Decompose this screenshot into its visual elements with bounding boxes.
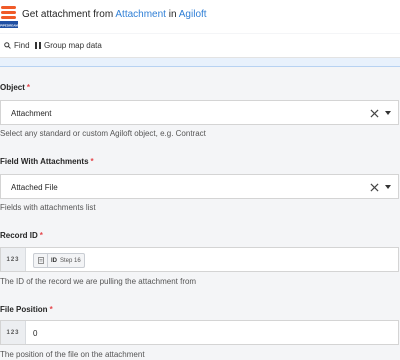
- number-type-badge: 123: [1, 248, 26, 271]
- find-button[interactable]: Find: [4, 41, 30, 50]
- search-icon: [4, 42, 11, 49]
- document-icon: [34, 254, 48, 267]
- app-logo-icon: PIPEDREAM: [0, 6, 18, 28]
- field-with-attachments-value: Attached File: [11, 183, 58, 192]
- title-mid: in: [165, 9, 179, 20]
- field-with-attachments-label-text: Field With Attachments: [0, 157, 89, 166]
- toolbar: Find Group map data: [0, 34, 400, 58]
- required-marker: *: [26, 83, 31, 92]
- object-select[interactable]: Attachment: [0, 100, 399, 125]
- field-with-attachments-select[interactable]: Attached File: [0, 174, 399, 199]
- record-id-help: The ID of the record we are pulling the …: [0, 277, 197, 286]
- record-id-label: Record ID *: [0, 231, 43, 240]
- title-link-app[interactable]: Agiloft: [179, 9, 207, 20]
- pill-step-text: Step 16: [60, 257, 81, 264]
- file-position-input[interactable]: 123 0: [0, 320, 399, 345]
- object-label-text: Object: [0, 83, 25, 92]
- object-select-value: Attachment: [11, 109, 52, 118]
- step-reference-pill[interactable]: ID Step 16: [33, 253, 85, 268]
- file-position-label: File Position *: [0, 305, 53, 314]
- logo-text: PIPEDREAM: [0, 24, 18, 28]
- object-help: Select any standard or custom Agiloft ob…: [0, 129, 206, 138]
- title-link-object[interactable]: Attachment: [115, 9, 166, 20]
- chevron-down-icon[interactable]: [385, 111, 391, 115]
- group-map-data-label: Group map data: [44, 41, 102, 50]
- clear-icon[interactable]: [370, 109, 379, 118]
- number-type-badge: 123: [1, 321, 26, 344]
- section-stripe: [0, 58, 400, 67]
- record-id-label-text: Record ID: [0, 231, 38, 240]
- object-label: Object *: [0, 83, 30, 92]
- file-position-help: The position of the file on the attachme…: [0, 350, 145, 359]
- group-map-data-button[interactable]: Group map data: [35, 41, 102, 50]
- required-marker: *: [39, 231, 43, 240]
- title-prefix: Get attachment from: [22, 9, 116, 20]
- step-header: PIPEDREAM Get attachment from Attachment…: [0, 0, 400, 33]
- required-marker: *: [90, 157, 94, 166]
- chevron-down-icon[interactable]: [385, 185, 391, 189]
- field-with-attachments-help: Fields with attachments list: [0, 203, 96, 212]
- file-position-value: 0: [33, 329, 38, 338]
- find-label: Find: [14, 41, 30, 50]
- clear-icon[interactable]: [370, 183, 379, 192]
- field-with-attachments-label: Field With Attachments *: [0, 157, 94, 166]
- pill-id-text: ID: [51, 257, 57, 264]
- pause-bars-icon: [35, 42, 41, 49]
- step-title: Get attachment from Attachment in Agilof…: [22, 9, 207, 20]
- required-marker: *: [49, 305, 53, 314]
- file-position-label-text: File Position: [0, 305, 48, 314]
- record-id-input[interactable]: 123 ID Step 16: [0, 247, 399, 272]
